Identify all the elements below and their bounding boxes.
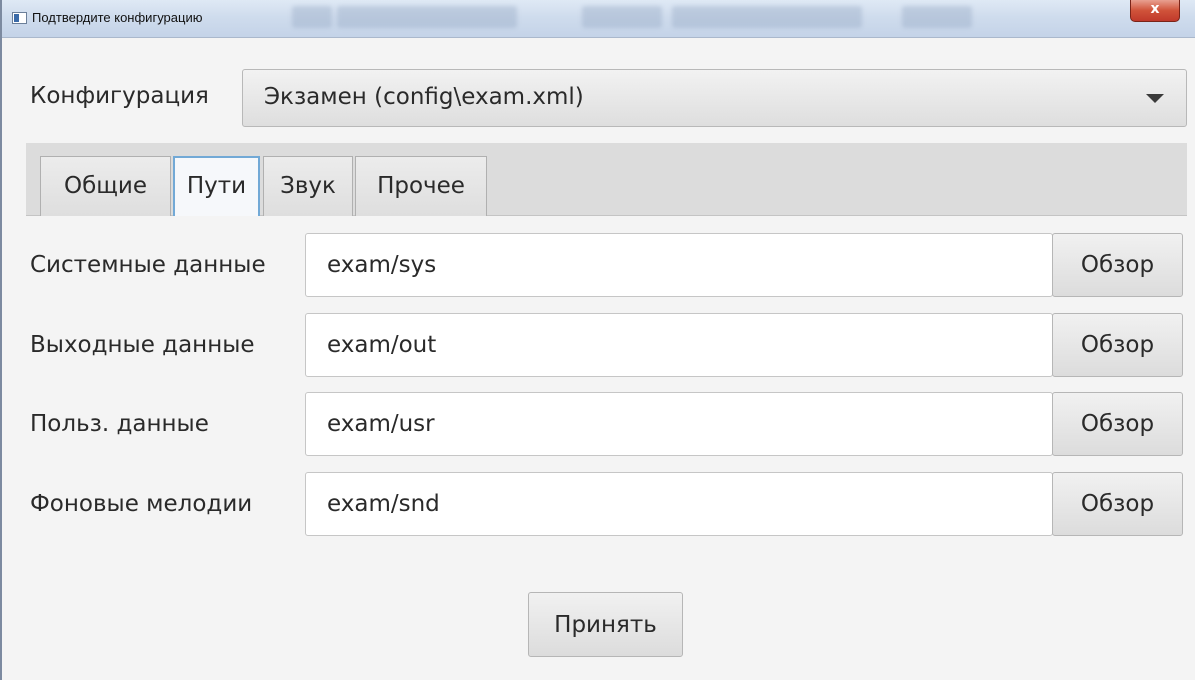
user-data-label: Польз. данные	[30, 411, 209, 437]
close-icon: x	[1150, 1, 1160, 17]
title-bar[interactable]: Подтвердите конфигурацию x	[2, 0, 1195, 38]
output-data-field[interactable]	[305, 313, 1053, 377]
tab-label: Пути	[186, 173, 247, 199]
chevron-down-icon	[1146, 94, 1164, 103]
tab-sound[interactable]: Звук	[263, 156, 353, 216]
browse-system-data-button[interactable]: Обзор	[1052, 233, 1183, 297]
tab-paths[interactable]: Пути	[173, 156, 260, 216]
browse-user-data-button[interactable]: Обзор	[1052, 392, 1183, 456]
background-music-field[interactable]	[305, 472, 1053, 536]
background-music-label: Фоновые мелодии	[30, 491, 253, 517]
user-data-field[interactable]	[305, 392, 1053, 456]
accept-button[interactable]: Принять	[528, 592, 683, 657]
config-label: Конфигурация	[30, 83, 209, 109]
tab-label: Общие	[63, 173, 148, 199]
window-title: Подтвердите конфигурацию	[32, 10, 203, 25]
dialog-window: Подтвердите конфигурацию x Конфигурация …	[0, 0, 1195, 680]
tab-label: Звук	[280, 173, 336, 199]
background-blur	[337, 6, 517, 28]
tab-general[interactable]: Общие	[40, 156, 171, 216]
tab-label: Прочее	[377, 173, 465, 199]
tab-other[interactable]: Прочее	[355, 156, 487, 216]
tab-bar: Общие Пути Звук Прочее	[26, 143, 1187, 216]
browse-background-music-button[interactable]: Обзор	[1052, 472, 1183, 536]
config-selected-value: Экзамен (config\exam.xml)	[264, 84, 584, 110]
background-blur	[902, 6, 972, 28]
background-blur	[672, 6, 862, 28]
background-blur	[292, 6, 332, 28]
close-button[interactable]: x	[1130, 0, 1180, 22]
browse-output-data-button[interactable]: Обзор	[1052, 313, 1183, 377]
app-icon	[12, 12, 27, 24]
system-data-field[interactable]	[305, 233, 1053, 297]
config-dropdown[interactable]: Экзамен (config\exam.xml)	[242, 69, 1187, 127]
output-data-label: Выходные данные	[30, 332, 255, 358]
background-blur	[582, 6, 662, 28]
system-data-label: Системные данные	[30, 252, 266, 278]
